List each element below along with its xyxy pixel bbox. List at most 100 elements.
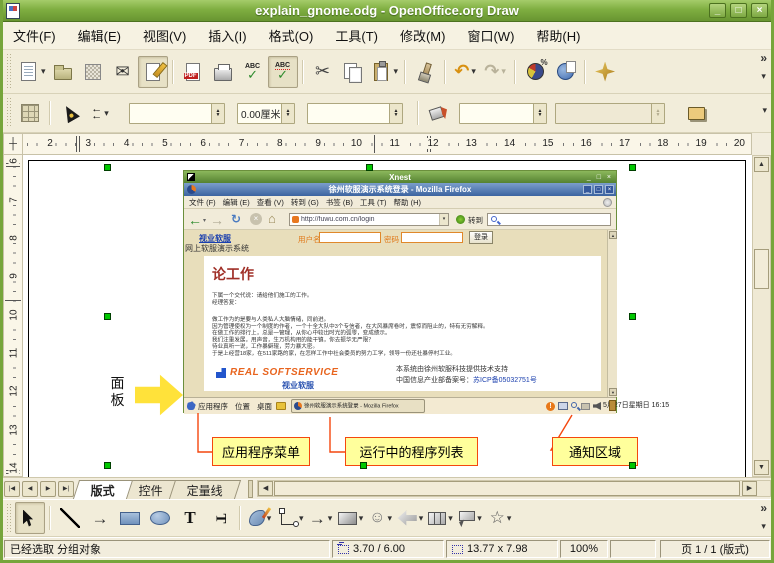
- arrow-style-button[interactable]: ←←▾: [85, 97, 115, 129]
- more-icon[interactable]: ▾: [762, 106, 767, 115]
- minimize-button[interactable]: _: [709, 3, 726, 18]
- redo-button[interactable]: ↷▾: [480, 56, 510, 88]
- toolbar-grip[interactable]: [5, 54, 13, 89]
- drawing-canvas[interactable]: Xnest _ □ × 徐州软服演示系统登录 - Mozilla Firefox…: [23, 155, 752, 477]
- toolbar-grip[interactable]: [5, 504, 13, 532]
- first-page-button[interactable]: |◀: [4, 481, 20, 497]
- menu-item-1[interactable]: 编辑(E): [78, 26, 121, 45]
- line-style-select[interactable]: ▲▼: [129, 103, 225, 124]
- dropdown-icon[interactable]: ▾: [477, 513, 482, 524]
- horizontal-scroll-thumb[interactable]: [274, 481, 740, 496]
- previous-page-button[interactable]: ◀: [22, 481, 38, 497]
- last-page-button[interactable]: ▶|: [58, 481, 74, 497]
- dropdown-icon[interactable]: ▾: [387, 513, 392, 524]
- toolbar-overflow[interactable]: »▾: [760, 502, 767, 531]
- toolbar-overflow[interactable]: ▾: [762, 106, 767, 115]
- selection-handle-top-center[interactable]: [366, 164, 373, 171]
- menu-item-5[interactable]: 工具(T): [335, 26, 378, 45]
- overflow-icon[interactable]: »: [760, 52, 767, 64]
- menu-item-2[interactable]: 视图(V): [143, 26, 186, 45]
- vertical-ruler[interactable]: 67891011121314: [3, 155, 23, 477]
- tab-dimension-lines[interactable]: 定量线: [169, 480, 241, 499]
- selection-handle-bottom-center[interactable]: [360, 462, 367, 469]
- save-button[interactable]: [78, 56, 108, 88]
- area-fill-button[interactable]: [423, 97, 453, 129]
- basic-shapes-button[interactable]: ▾: [336, 502, 366, 534]
- symbol-shapes-button[interactable]: ☺▾: [366, 502, 396, 534]
- fill-style-select[interactable]: ▲▼: [459, 103, 547, 124]
- spinner[interactable]: ▲▼: [211, 104, 224, 123]
- ellipse-tool-button[interactable]: [145, 502, 175, 534]
- print-button[interactable]: [208, 56, 238, 88]
- menu-item-7[interactable]: 窗口(W): [467, 26, 514, 45]
- block-arrows-button[interactable]: ▾: [396, 502, 426, 534]
- vertical-scrollbar[interactable]: ▲ ▼: [752, 155, 771, 477]
- format-paintbrush-button[interactable]: [410, 56, 440, 88]
- email-button[interactable]: ✉: [108, 56, 138, 88]
- spinner[interactable]: ▲▼: [533, 104, 546, 123]
- callout-notify-area[interactable]: 通知区域: [552, 437, 638, 466]
- menu-item-8[interactable]: 帮助(H): [536, 26, 580, 45]
- callouts-button[interactable]: ▾: [456, 502, 486, 534]
- spellcheck-button[interactable]: ABC✓: [238, 56, 268, 88]
- text-tool-button[interactable]: T: [175, 502, 205, 534]
- vertical-scroll-thumb[interactable]: [754, 249, 769, 289]
- paste-button[interactable]: ▾: [368, 56, 401, 88]
- dropdown-icon[interactable]: ▾: [471, 66, 476, 77]
- menu-item-6[interactable]: 修改(M): [400, 26, 446, 45]
- menu-item-3[interactable]: 插入(I): [208, 26, 246, 45]
- open-button[interactable]: [48, 56, 78, 88]
- toolbar-overflow[interactable]: »▾: [760, 52, 767, 81]
- tab-splitter[interactable]: [248, 480, 253, 498]
- dropdown-icon[interactable]: ▾: [104, 108, 109, 119]
- cut-button[interactable]: ✂: [308, 56, 338, 88]
- selection-handle-mid-right[interactable]: [629, 313, 636, 320]
- select-tool-button[interactable]: [15, 502, 45, 534]
- edit-points-button[interactable]: [15, 97, 45, 129]
- tab-layout[interactable]: 版式: [73, 480, 133, 499]
- new-document-button[interactable]: ▾: [15, 56, 48, 88]
- ruler-origin-box[interactable]: ┼: [3, 133, 23, 155]
- dropdown-icon[interactable]: ▾: [359, 513, 364, 524]
- close-button[interactable]: ×: [751, 3, 768, 18]
- line-tool-button[interactable]: [55, 502, 85, 534]
- panel-annotation-label[interactable]: 面板: [109, 375, 126, 409]
- more-icon[interactable]: ▾: [761, 522, 766, 531]
- next-page-button[interactable]: ▶: [40, 481, 56, 497]
- pen-style-button[interactable]: [55, 97, 85, 129]
- embedded-screenshot[interactable]: Xnest _ □ × 徐州软服演示系统登录 - Mozilla Firefox…: [183, 170, 617, 413]
- spinner[interactable]: ▲▼: [389, 104, 402, 123]
- selection-handle-bottom-right[interactable]: [629, 462, 636, 469]
- scroll-left-button[interactable]: ◀: [258, 481, 273, 496]
- vertical-text-tool-button[interactable]: T: [205, 502, 235, 534]
- dropdown-icon[interactable]: ▾: [41, 66, 46, 77]
- overflow-icon[interactable]: »: [760, 502, 767, 514]
- shadow-button[interactable]: [681, 97, 711, 129]
- curve-tool-button[interactable]: ▾: [245, 502, 275, 534]
- callout-app-menu[interactable]: 应用程序菜单: [212, 437, 310, 466]
- dropdown-icon[interactable]: ▾: [299, 513, 304, 524]
- dropdown-icon[interactable]: ▾: [328, 513, 333, 524]
- scroll-right-button[interactable]: ▶: [742, 481, 757, 496]
- connector-tool-button[interactable]: ▾: [275, 502, 306, 534]
- menu-item-0[interactable]: 文件(F): [13, 26, 56, 45]
- dropdown-icon[interactable]: ▾: [448, 513, 453, 524]
- menu-item-4[interactable]: 格式(O): [269, 26, 314, 45]
- rectangle-tool-button[interactable]: [115, 502, 145, 534]
- line-width-input[interactable]: 0.00厘米▲▼: [237, 103, 295, 124]
- selection-handle-mid-left[interactable]: [104, 313, 111, 320]
- navigator-button[interactable]: [590, 56, 620, 88]
- maximize-button[interactable]: □: [730, 3, 747, 18]
- insert-chart-button[interactable]: %: [520, 56, 550, 88]
- line-width-value[interactable]: 0.00厘米: [238, 106, 281, 121]
- flowchart-button[interactable]: ▾: [426, 502, 456, 534]
- selection-handle-top-right[interactable]: [629, 164, 636, 171]
- dropdown-icon[interactable]: ▾: [394, 66, 399, 77]
- horizontal-scrollbar[interactable]: ◀ ▶: [257, 480, 771, 497]
- horizontal-ruler[interactable]: 234567891011121314151617181920: [23, 133, 752, 155]
- arrow-tool-button[interactable]: →: [85, 502, 115, 534]
- copy-button[interactable]: [338, 56, 368, 88]
- spinner[interactable]: ▲▼: [281, 104, 294, 123]
- dropdown-icon[interactable]: ▾: [507, 513, 512, 524]
- more-icon[interactable]: ▾: [761, 72, 766, 81]
